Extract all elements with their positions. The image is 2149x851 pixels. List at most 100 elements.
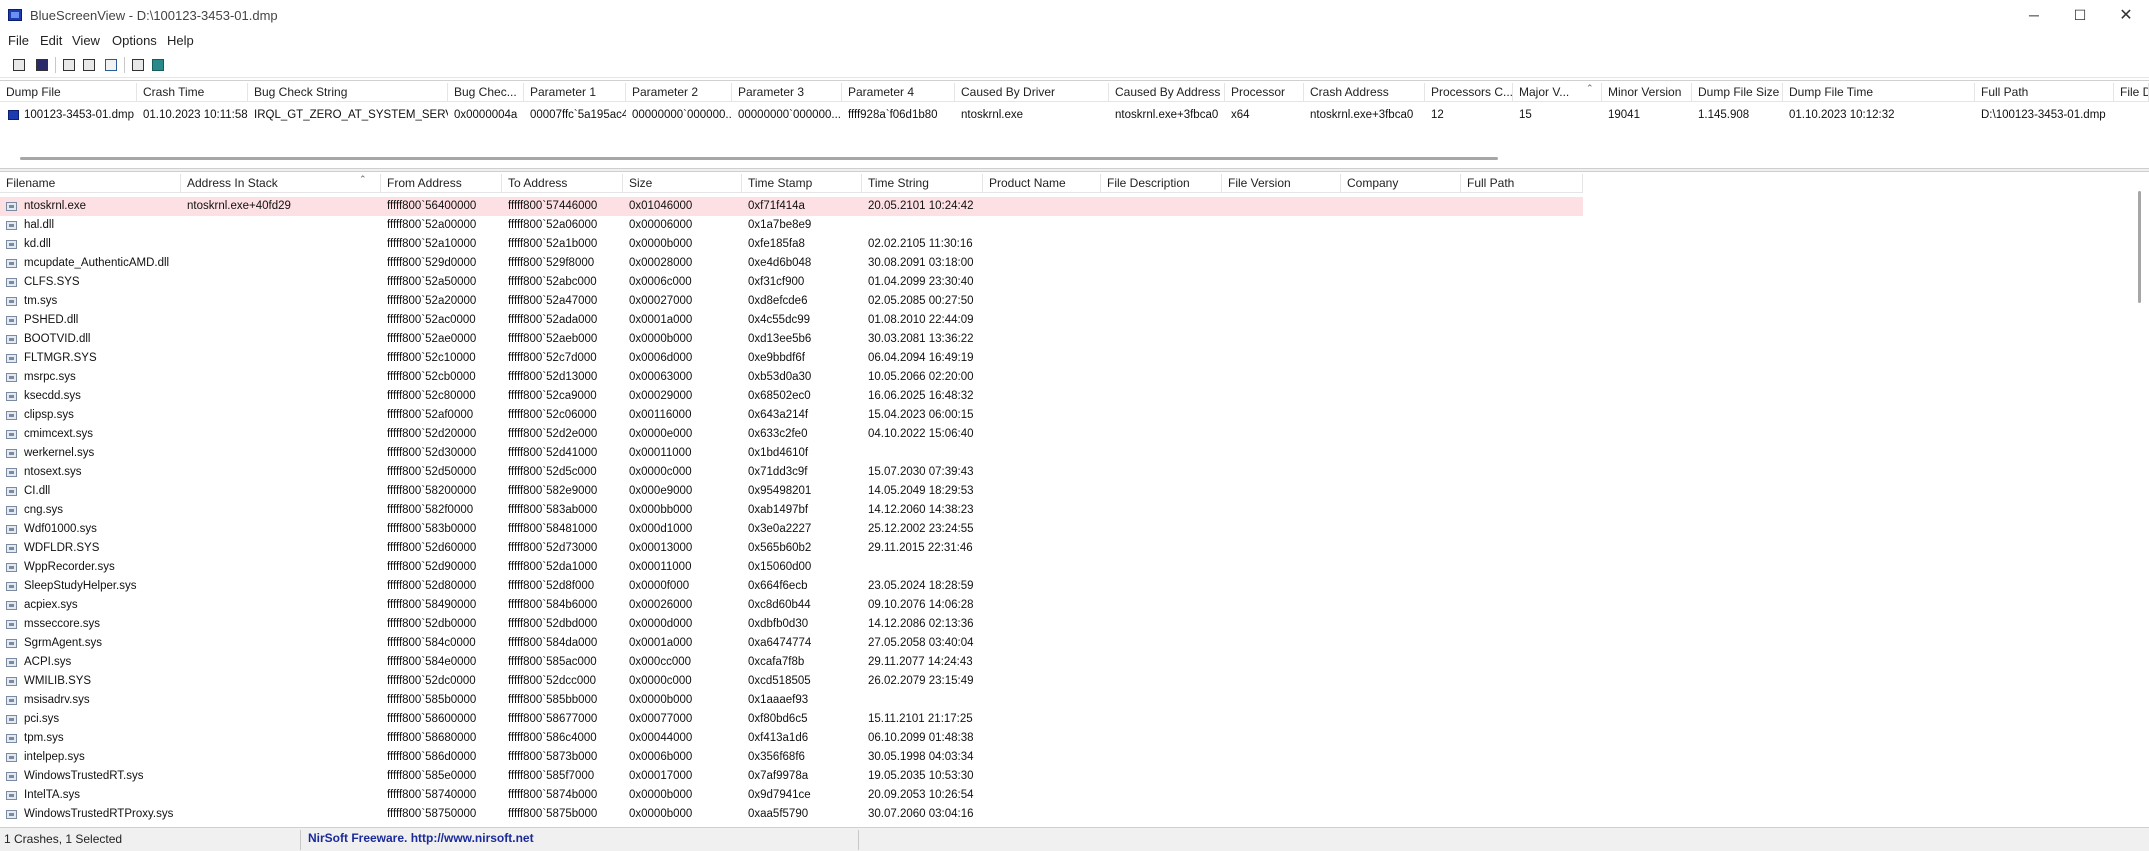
table-row[interactable]: cng.sys fffff800`582f0000 fffff800`583ab00… <box>0 501 1583 520</box>
menu-file[interactable]: File <box>8 33 29 48</box>
table-row[interactable]: WMILIB.SYS fffff800`52dc0000 fffff800`52dc… <box>0 672 1583 691</box>
menu-options[interactable]: Options <box>112 33 157 48</box>
table-row[interactable]: WindowsTrustedRT.sys fffff800`585e0000 fff… <box>0 767 1583 786</box>
driver-cell: 20.09.2053 10:26:54 <box>868 789 974 801</box>
driver-cell: fffff800`52dc0000 <box>387 675 476 687</box>
table-row[interactable]: CLFS.SYS fffff800`52a50000 fffff800`52abc0… <box>0 273 1583 292</box>
properties-icon[interactable] <box>11 57 27 73</box>
crash-cell: 12 <box>1431 109 1444 121</box>
crash-cell: 15 <box>1519 109 1532 121</box>
column-header[interactable]: To Address <box>502 174 623 193</box>
column-header[interactable]: From Address <box>381 174 502 193</box>
crash-cell: 1.145.908 <box>1698 109 1750 121</box>
copy-icon[interactable] <box>61 57 77 73</box>
table-row[interactable]: msseccore.sys fffff800`52db0000 fffff800`5… <box>0 615 1583 634</box>
column-header[interactable]: Parameter 3 <box>732 83 842 102</box>
table-row[interactable]: BOOTVID.dll fffff800`52ae0000 fffff800`52a… <box>0 330 1583 349</box>
column-header[interactable]: File Description <box>1101 174 1222 193</box>
table-row[interactable]: pci.sys fffff800`58600000 fffff800`5867700… <box>0 710 1583 729</box>
driver-cell: 30.03.2081 13:36:22 <box>868 333 974 345</box>
driver-cell: acpiex.sys <box>24 599 78 611</box>
close-button[interactable]: ✕ <box>2103 0 2149 30</box>
column-header[interactable]: Processor <box>1225 83 1304 102</box>
column-header[interactable]: File De <box>2114 83 2149 102</box>
save-icon[interactable] <box>34 57 50 73</box>
menu-view[interactable]: View <box>72 33 100 48</box>
column-header[interactable]: Filename <box>0 174 181 193</box>
column-header[interactable]: Caused By Driver <box>955 83 1109 102</box>
column-header[interactable]: Time Stamp <box>742 174 862 193</box>
column-header[interactable]: Crash Address <box>1304 83 1425 102</box>
table-row[interactable]: SleepStudyHelper.sys fffff800`52d80000 fff… <box>0 577 1583 596</box>
driver-cell: 0x0000e000 <box>629 428 693 440</box>
table-row[interactable]: WindowsTrustedRTProxy.sys fffff800`587500… <box>0 805 1583 824</box>
column-header[interactable]: Address In Stack <box>181 174 381 193</box>
column-header[interactable]: Company <box>1341 174 1461 193</box>
driver-cell: BOOTVID.dll <box>24 333 91 345</box>
driver-cell: 0x00028000 <box>629 257 693 269</box>
column-header[interactable]: Full Path <box>1975 83 2114 102</box>
table-row[interactable]: kd.dll fffff800`52a10000 fffff800`52a1b000… <box>0 235 1583 254</box>
crash-row[interactable]: 100123-3453-01.dmp 01.10.2023 10:11:58 IRQ… <box>0 106 2149 125</box>
column-header[interactable]: Dump File Size <box>1692 83 1783 102</box>
menu-help[interactable]: Help <box>167 33 194 48</box>
table-row[interactable]: PSHED.dll fffff800`52ac0000 fffff800`52ada… <box>0 311 1583 330</box>
table-row[interactable]: IntelTA.sys fffff800`58740000 fffff800`587… <box>0 786 1583 805</box>
minimize-button[interactable]: ─ <box>2011 0 2057 30</box>
driver-cell: 0x0000c000 <box>629 466 692 478</box>
table-row[interactable]: tm.sys fffff800`52a20000 fffff800`52a47000… <box>0 292 1583 311</box>
table-row[interactable]: intelpep.sys fffff800`586d0000 fffff800`58… <box>0 748 1583 767</box>
copy-glyph <box>63 59 75 71</box>
table-row[interactable]: WDFLDR.SYS fffff800`52d60000 fffff800`52d7… <box>0 539 1583 558</box>
html-report-icon[interactable] <box>103 57 119 73</box>
table-row[interactable]: WppRecorder.sys fffff800`52d90000 fffff800… <box>0 558 1583 577</box>
table-row[interactable]: SgrmAgent.sys fffff800`584c0000 fffff800`5… <box>0 634 1583 653</box>
maximize-button[interactable]: ☐ <box>2057 0 2103 30</box>
table-row[interactable]: ntosext.sys fffff800`52d50000 fffff800`52d… <box>0 463 1583 482</box>
driver-cell: fffff800`52c10000 <box>387 352 476 364</box>
column-header[interactable]: Time String <box>862 174 983 193</box>
table-row[interactable]: tpm.sys fffff800`58680000 fffff800`586c400… <box>0 729 1583 748</box>
table-row[interactable]: acpiex.sys fffff800`58490000 fffff800`584b… <box>0 596 1583 615</box>
nirsoft-link[interactable]: NirSoft Freeware. http://www.nirsoft.net <box>308 831 534 845</box>
table-row[interactable]: ksecdd.sys fffff800`52c80000 fffff800`52ca… <box>0 387 1583 406</box>
column-header[interactable]: File Version <box>1222 174 1341 193</box>
column-header[interactable]: Crash Time <box>137 83 248 102</box>
column-header[interactable]: Dump File Time <box>1783 83 1975 102</box>
table-row[interactable]: clipsp.sys fffff800`52af0000 fffff800`52c0… <box>0 406 1583 425</box>
driver-cell: fffff800`58200000 <box>387 485 477 497</box>
table-row[interactable]: FLTMGR.SYS fffff800`52c10000 fffff800`52c7… <box>0 349 1583 368</box>
menu-edit[interactable]: Edit <box>40 33 62 48</box>
vertical-scrollbar[interactable] <box>2138 191 2141 303</box>
table-row[interactable]: mcupdate_AuthenticAMD.dll fffff800`529d00… <box>0 254 1583 273</box>
table-row[interactable]: werkernel.sys fffff800`52d30000 fffff800`5… <box>0 444 1583 463</box>
table-row[interactable]: msisadrv.sys fffff800`585b0000 fffff800`58… <box>0 691 1583 710</box>
column-header[interactable]: Parameter 4 <box>842 83 955 102</box>
find-icon[interactable] <box>130 57 146 73</box>
column-header[interactable]: Parameter 1 <box>524 83 626 102</box>
column-header[interactable]: Processors C... <box>1425 83 1513 102</box>
column-header[interactable]: Parameter 2 <box>626 83 732 102</box>
upper-horizontal-scrollbar[interactable] <box>20 157 1498 160</box>
table-row[interactable]: Wdf01000.sys fffff800`583b0000 fffff800`58… <box>0 520 1583 539</box>
exit-icon[interactable] <box>150 57 166 73</box>
column-header[interactable]: Size <box>623 174 742 193</box>
table-row[interactable]: CI.dll fffff800`58200000 fffff800`582e9000… <box>0 482 1583 501</box>
column-header[interactable]: Bug Check String <box>248 83 448 102</box>
column-header[interactable]: Product Name <box>983 174 1101 193</box>
column-header[interactable]: Caused By Address <box>1109 83 1225 102</box>
crash-cell: 00000000`000000... <box>632 109 732 121</box>
table-row[interactable]: cmimcext.sys fffff800`52d20000 fffff800`52… <box>0 425 1583 444</box>
table-row[interactable]: ACPI.sys fffff800`584e0000 fffff800`585ac0… <box>0 653 1583 672</box>
column-header[interactable]: Full Path <box>1461 174 1583 193</box>
table-row[interactable]: msrpc.sys fffff800`52cb0000 fffff800`52d13… <box>0 368 1583 387</box>
copy-multi-icon[interactable] <box>81 57 97 73</box>
table-row[interactable]: hal.dll fffff800`52a00000 fffff800`52a0600… <box>0 216 1583 235</box>
crash-cell: 00007ffc`5a195ac4 <box>530 109 626 121</box>
column-header[interactable]: Minor Version <box>1602 83 1692 102</box>
table-row[interactable]: ntoskrnl.exe ntoskrnl.exe+40fd29 fffff800`… <box>0 197 1583 216</box>
column-header[interactable]: Bug Chec... <box>448 83 524 102</box>
column-header[interactable]: Dump File <box>0 83 137 102</box>
driver-cell <box>181 729 381 748</box>
driver-cell: 0x1aaaef93 <box>748 694 809 706</box>
